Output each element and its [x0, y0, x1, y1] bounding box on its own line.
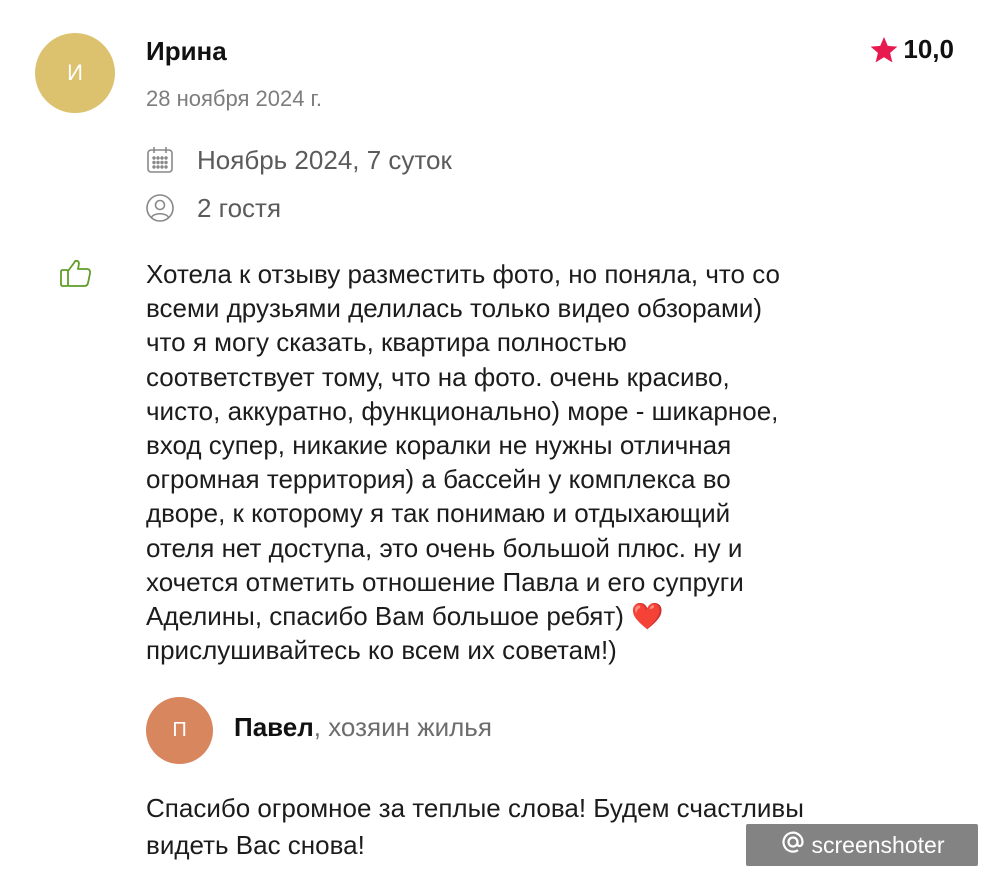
screenshoter-watermark: screenshoter — [746, 824, 978, 866]
review-text-line: что я могу сказать, квартира полностью — [146, 327, 627, 358]
review-text-line: огромная территория) а бассейн у комплек… — [146, 464, 731, 495]
reviewer-avatar-initial: И — [67, 60, 83, 85]
review-rating: 10,0 — [869, 34, 954, 65]
review-text-line: отеля нет доступа, это очень большой плю… — [146, 532, 743, 563]
review-text-line: Хотела к отзыву разместить фото, но поня… — [146, 259, 780, 289]
review-text-line: дворе, к которому я так понимаю и отдыха… — [146, 498, 731, 529]
stay-info: Ноябрь 2024, 7 суток — [144, 144, 452, 176]
host-role: , хозяин жилья — [313, 712, 492, 742]
thumbs-up-icon — [58, 255, 94, 291]
host-name: Павел — [234, 712, 314, 742]
review-text: Хотела к отзыву разместить фото, но поня… — [146, 257, 876, 667]
review-text-line: хочется отметить отношение Павла и его с… — [146, 566, 744, 597]
guests-count: 2 гостя — [197, 192, 282, 223]
person-icon — [144, 192, 176, 224]
rating-value: 10,0 — [903, 34, 954, 64]
review-text-line: соответствует тому, что на фото. очень к… — [146, 361, 730, 392]
reviewer-name: Ирина — [146, 36, 227, 66]
guests-info: 2 гостя — [144, 192, 281, 224]
host-avatar-initial: П — [172, 719, 187, 741]
host-avatar: П — [146, 697, 213, 764]
stay-dates: Ноябрь 2024, 7 суток — [197, 144, 452, 175]
reply-text-line: Спасибо огромное за теплые слова! Будем … — [146, 793, 804, 823]
review-text-line: всеми друзьями делилась только видео обз… — [146, 293, 763, 324]
host-header: Павел, хозяин жилья — [234, 712, 492, 743]
review-text-line: вход супер, никакие коралки не нужны отл… — [146, 430, 732, 461]
review-text-line: прислушивайтесь ко всем их советам!) — [146, 635, 617, 666]
star-icon — [869, 36, 899, 64]
at-sign-icon — [780, 829, 806, 861]
watermark-text: screenshoter — [811, 831, 945, 858]
review-date: 28 ноября 2024 г. — [146, 86, 322, 111]
review-text-line: чисто, аккуратно, функционально) море - … — [146, 395, 779, 426]
review-text-line: Аделины, спасибо Вам большое ребят) ❤️ — [146, 601, 664, 632]
reviewer-avatar: И — [35, 33, 115, 113]
calendar-icon — [144, 144, 176, 176]
